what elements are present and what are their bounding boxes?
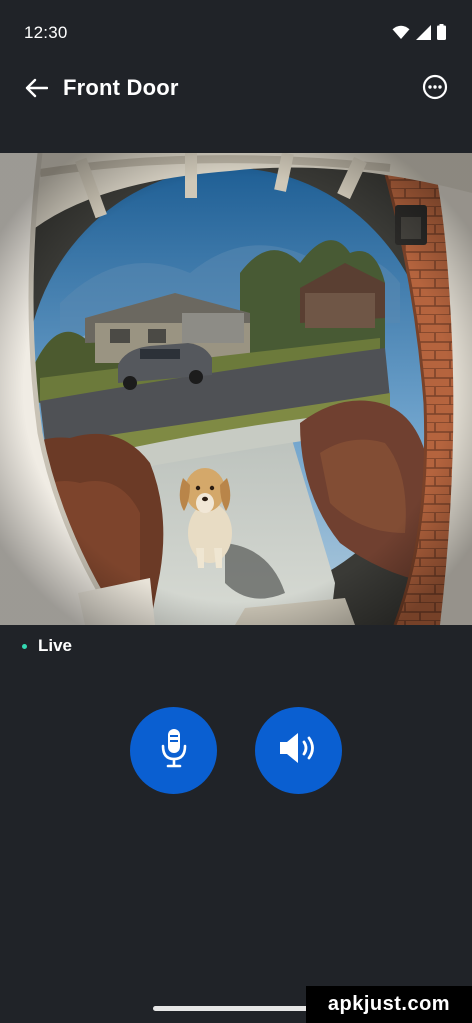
battery-icon	[437, 24, 446, 45]
status-time: 12:30	[24, 23, 68, 42]
more-options-button[interactable]	[420, 74, 450, 104]
watermark: apkjust.com	[306, 986, 472, 1023]
microphone-icon	[160, 728, 188, 773]
arrow-left-icon	[24, 78, 49, 103]
status-bar: 12:30	[0, 0, 472, 66]
back-button[interactable]	[20, 74, 52, 106]
wifi-icon	[392, 25, 410, 45]
audio-button[interactable]	[255, 707, 342, 794]
status-icons	[392, 24, 446, 45]
live-status-dot	[22, 643, 27, 649]
live-label: Live	[38, 636, 73, 655]
more-horizontal-circle-icon	[422, 74, 448, 105]
talk-button[interactable]	[130, 707, 217, 794]
speaker-icon	[278, 731, 320, 770]
home-indicator[interactable]	[153, 1006, 319, 1011]
live-indicator: Live	[22, 636, 72, 656]
app-bar: Front Door	[0, 66, 472, 112]
cell-signal-icon	[416, 24, 431, 45]
page-title: Front Door	[63, 75, 179, 100]
video-feed[interactable]	[0, 153, 472, 625]
